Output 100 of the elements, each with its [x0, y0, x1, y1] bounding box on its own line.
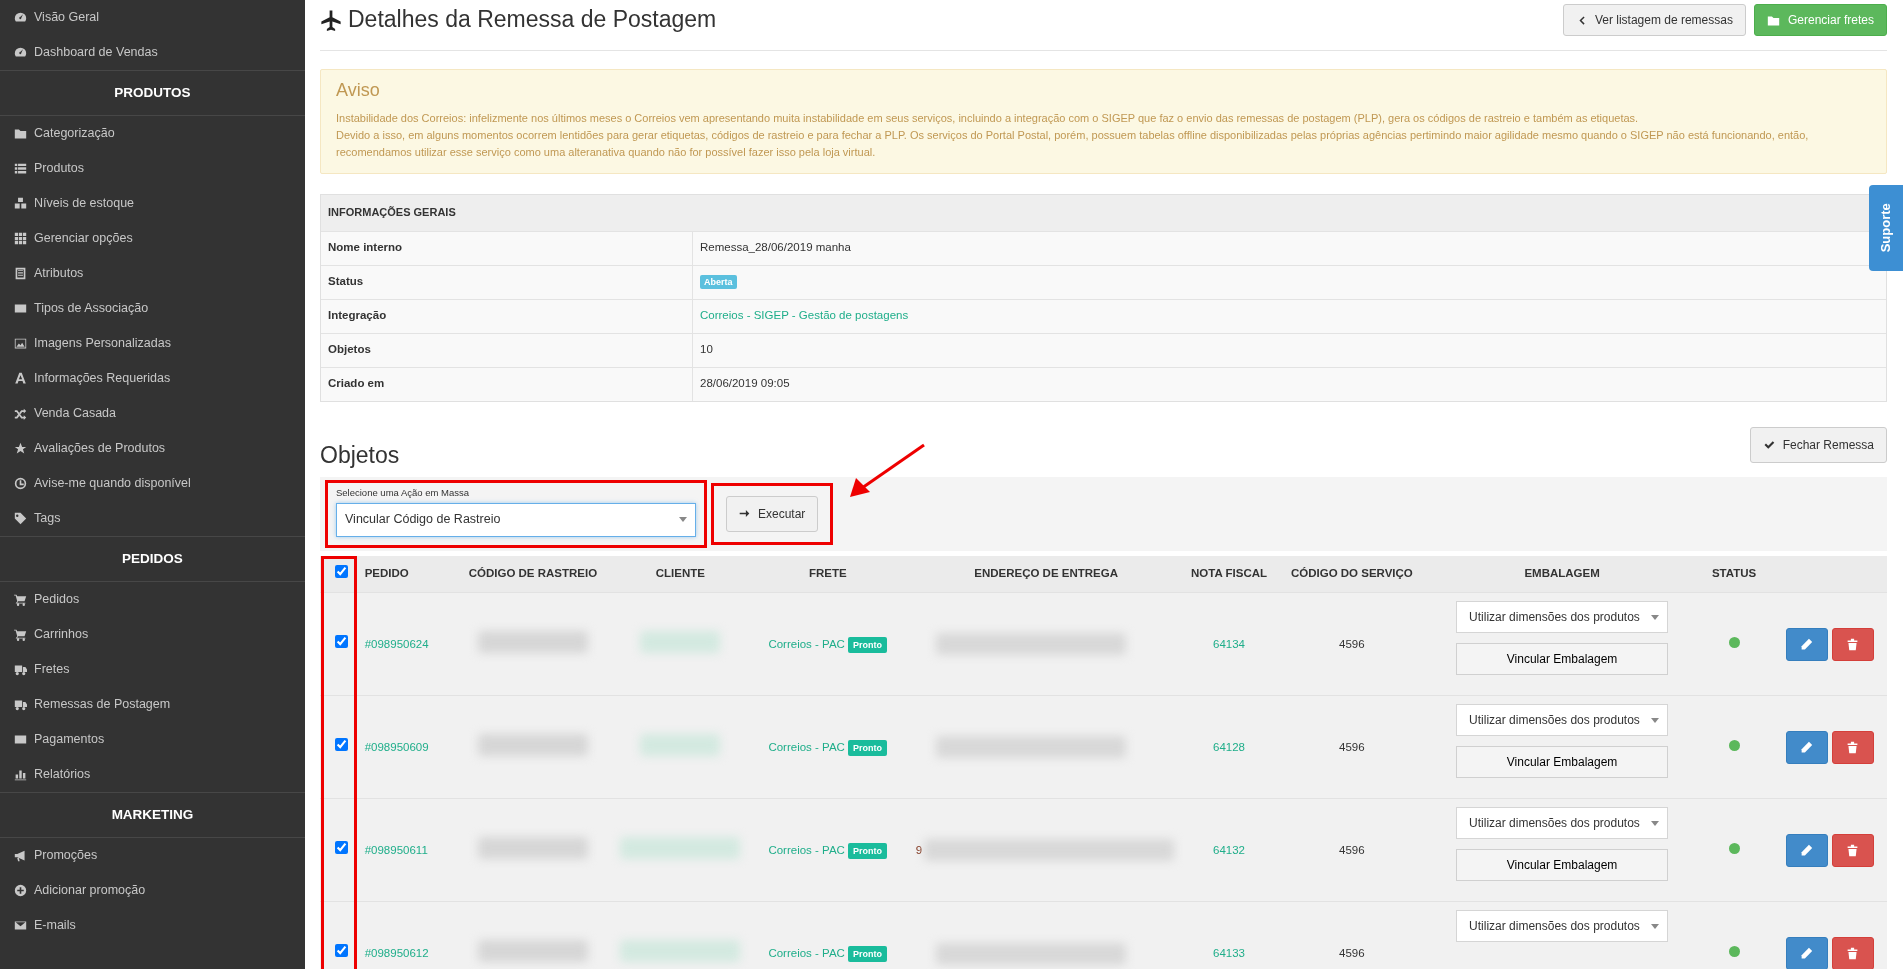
packaging-select[interactable]: Utilizar dimensões dos produtos: [1456, 910, 1669, 943]
envelope-icon: [14, 919, 27, 932]
sidebar-item[interactable]: Visão Geral: [0, 0, 305, 35]
link-packaging-button[interactable]: Vincular Embalagem: [1456, 849, 1669, 882]
sidebar-item[interactable]: Níveis de estoque: [0, 186, 305, 221]
row-checkbox[interactable]: [335, 738, 349, 752]
column-header: NOTA FISCAL: [1191, 567, 1268, 580]
field-label: Criado em: [328, 376, 385, 392]
sidebar-item[interactable]: Relatórios: [0, 757, 305, 792]
delete-button[interactable]: [1831, 730, 1874, 764]
sidebar-item[interactable]: Tags: [0, 501, 305, 536]
row-checkbox[interactable]: [335, 841, 349, 855]
sidebar-item[interactable]: Pagamentos: [0, 722, 305, 757]
row-checkbox[interactable]: [335, 635, 349, 649]
airplane-icon: [320, 9, 342, 31]
sidebar-item[interactable]: Dashboard de Vendas: [0, 35, 305, 70]
edit-button[interactable]: [1785, 833, 1828, 867]
service-code: 4596: [1339, 637, 1365, 650]
column-header: STATUS: [1711, 567, 1757, 580]
field-label: Selecione uma Ação em Massa: [336, 485, 471, 500]
sidebar-item[interactable]: Produtos: [0, 151, 305, 186]
column-header: EMBALAGEM: [1524, 567, 1600, 580]
trash-icon: [1846, 740, 1860, 754]
field-label: Objetos: [328, 342, 371, 358]
sidebar-item[interactable]: Adicionar promoção: [0, 873, 305, 908]
service-code: 4596: [1339, 843, 1365, 856]
support-label: Suporte: [1877, 203, 1895, 253]
row-checkbox[interactable]: [335, 944, 349, 958]
sidebar-item[interactable]: Promoções: [0, 838, 305, 873]
trash-icon: [1846, 637, 1860, 651]
sidebar-heading: MARKETING: [111, 805, 194, 824]
link-packaging-button[interactable]: Vincular Embalagem: [1456, 746, 1669, 779]
folder-icon: [1766, 13, 1780, 27]
sidebar-item[interactable]: E-mails: [0, 908, 305, 943]
sidebar-item[interactable]: Gerenciar opções: [0, 221, 305, 256]
close-shipment-button[interactable]: Fechar Remessa: [1749, 426, 1887, 463]
gauge-icon: [14, 11, 27, 24]
status-badge: Aberta: [700, 275, 737, 290]
pencil-icon: [1800, 740, 1814, 754]
delete-button[interactable]: [1831, 833, 1874, 867]
sidebar-item[interactable]: Remessas de Postagem: [0, 687, 305, 722]
section-heading: INFORMAÇÕES GERAIS: [328, 205, 456, 221]
pencil-icon: [1800, 843, 1814, 857]
sidebar-item[interactable]: Avise-me quando disponível: [0, 466, 305, 501]
document-icon: [14, 267, 27, 280]
card-icon: [14, 302, 27, 315]
execute-button[interactable]: Executar: [726, 495, 819, 532]
clock-icon: [14, 477, 27, 490]
link-packaging-button[interactable]: Vincular Embalagem: [1456, 643, 1669, 676]
column-header: PEDIDO: [364, 567, 409, 580]
sidebar-item[interactable]: Carrinhos: [0, 617, 305, 652]
delete-button[interactable]: [1831, 627, 1874, 661]
sidebar-item[interactable]: Pedidos: [0, 582, 305, 617]
field-label: Nome interno: [328, 240, 403, 256]
pencil-icon: [1800, 637, 1814, 651]
field-label: Status: [328, 274, 364, 290]
bulk-action-select[interactable]: Vincular Código de Rastreio: [336, 502, 696, 537]
sidebar-item[interactable]: Avaliações de Produtos: [0, 431, 305, 466]
ready-badge: Pronto: [848, 945, 888, 962]
star-icon: [14, 442, 27, 455]
service-code: 4596: [1339, 946, 1365, 959]
folder-icon: [14, 127, 27, 140]
ready-badge: Pronto: [848, 636, 888, 653]
column-header: CÓDIGO DO SERVIÇO: [1290, 567, 1413, 580]
packaging-select[interactable]: Utilizar dimensões dos produtos: [1456, 601, 1669, 634]
sidebar-item[interactable]: Informações Requeridas: [0, 361, 305, 396]
edit-button[interactable]: [1785, 937, 1828, 969]
select-all-checkbox[interactable]: [335, 564, 349, 578]
ready-badge: Pronto: [848, 842, 888, 859]
cart-icon: [14, 628, 27, 641]
section-title: Objetos: [320, 441, 400, 471]
edit-button[interactable]: [1785, 627, 1828, 661]
field-label: Integração: [328, 308, 387, 324]
alert-text: Instabilidade dos Correios: infelizmente nos últimos meses o Correios vem apresentando muita instabilidade em seus serviços, incluindo a integração com o SIGEP que faz o envio das remessas de postagem (PLP), gera os códigos de rastreio e também as etiquetas.: [336, 110, 1640, 126]
edit-button[interactable]: [1785, 730, 1828, 764]
column-header: CÓDIGO DE RASTREIO: [468, 567, 598, 580]
sidebar-heading: PEDIDOS: [122, 549, 183, 568]
bar-chart-icon: [14, 768, 27, 781]
ready-badge: Pronto: [848, 739, 888, 756]
packaging-select[interactable]: Utilizar dimensões dos produtos: [1456, 807, 1669, 840]
sidebar-item[interactable]: Categorização: [0, 116, 305, 151]
sidebar-item[interactable]: Fretes: [0, 652, 305, 687]
sidebar-item[interactable]: Venda Casada: [0, 396, 305, 431]
letter-icon: [14, 372, 27, 385]
column-header: FRETE: [808, 567, 847, 580]
packaging-select[interactable]: Utilizar dimensões dos produtos: [1456, 704, 1669, 737]
sidebar-item[interactable]: Tipos de Associação: [0, 291, 305, 326]
caret-icon: [1651, 923, 1660, 929]
back-button[interactable]: Ver listagem de remessas: [1562, 4, 1746, 36]
trash-icon: [1846, 843, 1860, 857]
tag-icon: [14, 512, 27, 525]
list-icon: [14, 162, 27, 175]
sidebar-item[interactable]: Imagens Personalizadas: [0, 326, 305, 361]
truck-icon: [14, 663, 27, 676]
sidebar-item[interactable]: Atributos: [0, 256, 305, 291]
delete-button[interactable]: [1831, 937, 1874, 969]
megaphone-icon: [14, 849, 27, 862]
page-title: Detalhes da Remessa de Postagem: [348, 6, 717, 34]
caret-icon: [1651, 717, 1660, 723]
cart-icon: [14, 593, 27, 606]
